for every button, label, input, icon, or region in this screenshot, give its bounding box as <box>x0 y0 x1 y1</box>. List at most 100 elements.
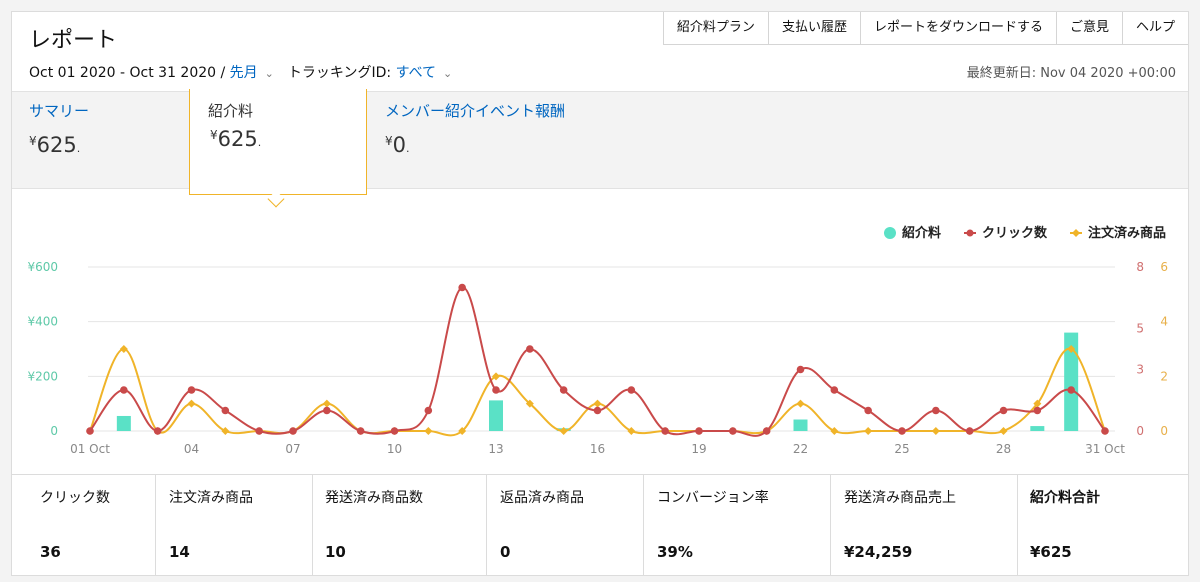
point-clicks <box>526 345 534 353</box>
stat-ordered-items: 注文済み商品 14 <box>156 475 313 576</box>
nav-feedback[interactable]: ご意見 <box>1056 12 1123 44</box>
chevron-down-icon[interactable]: ⌄ <box>443 67 452 80</box>
x-tick-label: 28 <box>996 442 1011 456</box>
x-tick-label: 31 Oct <box>1085 442 1125 456</box>
tab-member-referral[interactable]: メンバー紹介イベント報酬 ¥0. <box>385 100 565 157</box>
legend-label: 注文済み商品 <box>1088 225 1166 241</box>
point-clicks <box>1067 386 1075 394</box>
period-dropdown-link[interactable]: 先月 <box>230 62 258 82</box>
nav-referral-plan[interactable]: 紹介料プラン <box>663 12 769 44</box>
point-clicks <box>932 406 940 415</box>
point-clicks <box>1033 406 1042 415</box>
legend-label: クリック数 <box>982 225 1048 241</box>
legend-swatch <box>966 229 974 237</box>
point-ordered-items <box>187 399 196 408</box>
x-tick-label: 13 <box>488 442 503 456</box>
point-clicks <box>559 386 568 394</box>
tab-member-referral-value: ¥0. <box>385 133 410 157</box>
stat-clicks: クリック数 36 <box>12 475 156 576</box>
tab-summary-value: ¥625. <box>29 133 81 157</box>
point-clicks <box>120 386 128 394</box>
stat-value: 36 <box>40 543 61 561</box>
point-clicks <box>187 386 196 394</box>
point-clicks <box>356 427 365 435</box>
point-clicks <box>999 406 1008 415</box>
point-ordered-items <box>999 427 1008 435</box>
y-tick-label-clicks: 0 <box>1136 424 1144 438</box>
stat-value: ¥24,259 <box>844 543 913 561</box>
legend-swatch <box>1072 229 1080 237</box>
point-clicks <box>221 406 230 415</box>
stat-shipped-revenue: 発送済み商品売上 ¥24,259 <box>831 475 1018 576</box>
nav-download-report[interactable]: レポートをダウンロードする <box>860 12 1057 44</box>
tab-summary[interactable]: サマリー ¥625. <box>29 100 89 157</box>
y-tick-label-orders: 4 <box>1160 315 1168 329</box>
x-tick-label: 07 <box>285 442 300 456</box>
tab-summary-label[interactable]: サマリー <box>29 100 89 121</box>
tab-member-referral-label[interactable]: メンバー紹介イベント報酬 <box>385 100 565 121</box>
stat-value: ¥625 <box>1030 543 1072 561</box>
tab-referral-fee-selected[interactable]: 紹介料 ¥625. <box>189 89 367 195</box>
legend-swatch <box>884 227 896 239</box>
bar-referral-fee <box>116 415 131 431</box>
point-clicks <box>424 406 433 415</box>
y-tick-label-clicks: 5 <box>1136 322 1144 336</box>
y-tick-label-left: 0 <box>50 424 58 438</box>
point-clicks <box>864 406 872 415</box>
point-clicks <box>492 386 500 394</box>
stat-label: 発送済み商品数 <box>325 490 423 506</box>
chevron-down-icon[interactable]: ⌄ <box>265 67 274 80</box>
x-tick-label: 25 <box>894 442 909 456</box>
x-tick-label: 22 <box>793 442 808 456</box>
point-ordered-items <box>931 427 940 435</box>
last-updated-text: 最終更新日: Nov 04 2020 +00:00 <box>966 66 1176 81</box>
stat-conversion-rate: コンバージョン率 39% <box>644 475 831 576</box>
point-clicks <box>289 427 297 435</box>
point-ordered-items <box>593 399 602 408</box>
point-clicks <box>255 427 263 435</box>
y-tick-label-orders: 0 <box>1160 424 1168 438</box>
stat-total-referral-fee: 紹介料合計 ¥625 <box>1018 475 1188 576</box>
point-clicks <box>796 365 805 374</box>
nav-payment-history[interactable]: 支払い履歴 <box>768 12 861 44</box>
point-ordered-items <box>119 345 128 353</box>
stat-label: 発送済み商品売上 <box>844 490 956 506</box>
stat-value: 10 <box>325 543 346 561</box>
x-tick-label: 16 <box>590 442 605 456</box>
x-tick-label: 01 Oct <box>70 442 110 456</box>
point-ordered-items <box>424 427 433 435</box>
stat-label: クリック数 <box>40 490 110 506</box>
point-ordered-items <box>221 427 230 435</box>
bar-referral-fee <box>489 400 503 431</box>
point-ordered-items <box>322 399 331 408</box>
point-clicks <box>627 386 636 394</box>
point-clicks <box>762 427 771 435</box>
point-clicks <box>390 427 399 435</box>
point-clicks <box>661 427 669 435</box>
point-clicks <box>898 427 906 435</box>
point-ordered-items <box>864 427 873 435</box>
point-clicks <box>830 386 839 394</box>
y-tick-label-left: ¥200 <box>27 369 58 383</box>
stat-label: 紹介料合計 <box>1030 490 1100 506</box>
point-clicks <box>458 283 466 292</box>
x-tick-label: 19 <box>691 442 706 456</box>
point-clicks <box>593 406 602 415</box>
y-tick-label-clicks: 8 <box>1136 260 1144 274</box>
point-ordered-items <box>559 427 568 435</box>
performance-chart: 紹介料 クリック数 注文済み商品 0 ¥200 ¥400 ¥600 0 3 5 8 0 2 4 6 01 Oc… <box>27 225 1168 456</box>
page-title: レポート <box>29 28 118 53</box>
nav-help[interactable]: ヘルプ <box>1122 12 1188 44</box>
stat-label: 返品済み商品 <box>500 490 584 506</box>
x-tick-label: 04 <box>184 442 199 456</box>
stat-value: 0 <box>500 543 511 561</box>
stat-value: 39% <box>657 543 693 561</box>
stats-row: クリック数 36 注文済み商品 14 発送済み商品数 10 返品済み商品 0 コ… <box>12 474 1188 576</box>
top-nav: 紹介料プラン 支払い履歴 レポートをダウンロードする ご意見 ヘルプ <box>662 12 1188 45</box>
point-clicks <box>323 406 331 415</box>
tracking-id-dropdown-link[interactable]: すべて <box>396 62 436 82</box>
stat-shipped-items: 発送済み商品数 10 <box>313 475 487 576</box>
stat-returned-items: 返品済み商品 0 <box>487 475 644 576</box>
tab-referral-fee-value: ¥625. <box>210 127 262 151</box>
y-tick-label-clicks: 3 <box>1136 363 1144 377</box>
